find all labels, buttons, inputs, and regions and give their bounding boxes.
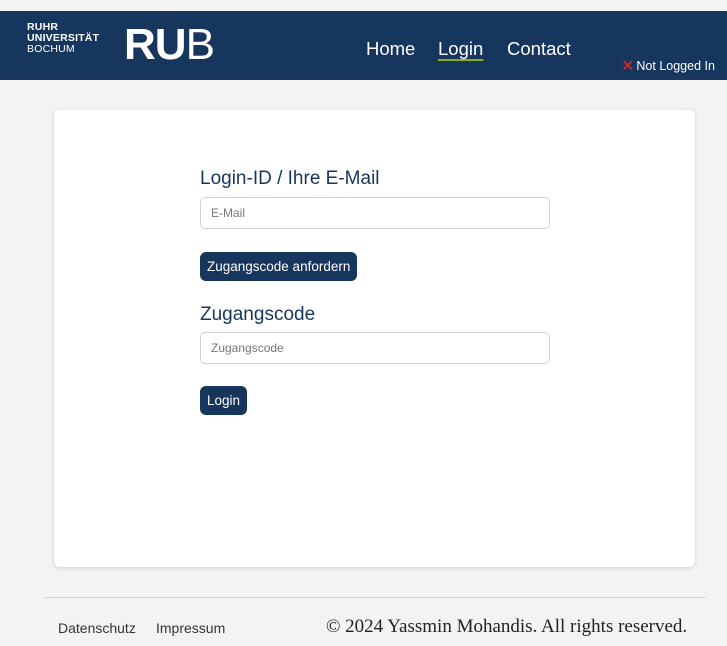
access-code-input[interactable]	[200, 332, 550, 364]
footer-link-impressum[interactable]: Impressum	[156, 620, 225, 636]
logo-mark-bold: RU	[124, 20, 187, 69]
login-card: Login-ID / Ihre E-Mail Zugangscode anfor…	[54, 110, 695, 567]
request-code-button[interactable]: Zugangscode anfordern	[200, 252, 358, 281]
footer-divider	[44, 597, 706, 598]
nav-contact[interactable]: Contact	[507, 38, 571, 60]
logo-mark-light: B	[185, 20, 215, 69]
rub-logo[interactable]: RUB	[124, 20, 215, 69]
footer-link-datenschutz[interactable]: Datenschutz	[58, 620, 136, 636]
university-logo-text[interactable]: RUHR UNIVERSITÄT BOCHUM	[27, 22, 99, 55]
nav-login[interactable]: Login	[438, 38, 483, 60]
email-input[interactable]	[200, 197, 550, 229]
email-label: Login-ID / Ihre E-Mail	[200, 168, 380, 189]
copyright-text: © 2024 Yassmin Mohandis. All rights rese…	[326, 616, 688, 637]
site-header: RUHR UNIVERSITÄT BOCHUM RUB Home Login C…	[0, 11, 727, 80]
x-icon: ✕	[621, 58, 635, 75]
nav-home[interactable]: Home	[366, 38, 415, 60]
access-code-label: Zugangscode	[200, 304, 316, 325]
login-status: ✕ Not Logged In	[621, 55, 715, 75]
logo-line-3: BOCHUM	[27, 43, 75, 55]
login-status-text: Not Logged In	[636, 59, 715, 73]
login-button[interactable]: Login	[200, 386, 248, 415]
